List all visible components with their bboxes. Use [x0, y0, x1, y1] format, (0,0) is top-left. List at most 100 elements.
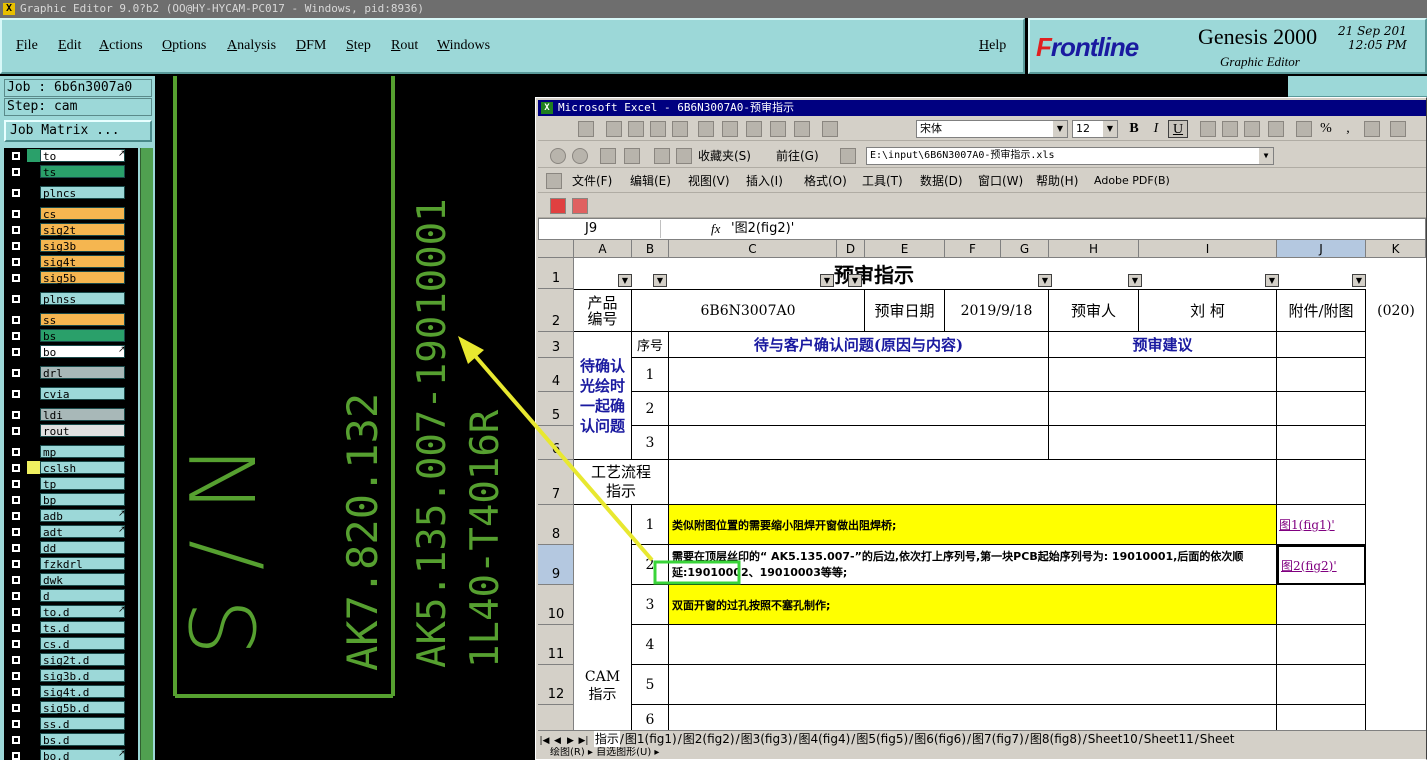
confirm-label[interactable]: 待确认光绘时一起确认问题: [574, 332, 632, 460]
layer-row[interactable]: rout: [6, 423, 127, 438]
cell-j10[interactable]: [1277, 585, 1366, 625]
fig2-link-selected[interactable]: 图2(fig2)': [1277, 545, 1366, 585]
excel-menu-pdf[interactable]: Adobe PDF(B): [1094, 173, 1170, 189]
layer-row[interactable]: tp: [6, 476, 127, 491]
col-header-i[interactable]: I: [1139, 240, 1277, 258]
layer-name[interactable]: ss: [40, 313, 125, 327]
sheet-title[interactable]: 预审指示: [574, 258, 1277, 289]
col-header-b[interactable]: B: [632, 240, 669, 258]
menu-help[interactable]: Help: [979, 38, 1006, 54]
layer-row[interactable]: sig3b: [6, 238, 127, 253]
layer-row[interactable]: ss.d: [6, 716, 127, 731]
layer-name[interactable]: tp: [40, 477, 125, 491]
row-header-3[interactable]: 3: [538, 332, 574, 358]
layer-checkbox[interactable]: [11, 639, 21, 649]
pcb-drawing-canvas[interactable]: S / N AK7.820.132 AK5.135.007-19010001 1…: [155, 76, 535, 760]
cam-instruction-label[interactable]: CAM指示: [574, 505, 632, 730]
web-icon[interactable]: [840, 148, 856, 164]
excel-menu-window[interactable]: 窗口(W): [978, 173, 1023, 189]
layer-name[interactable]: sig3b: [40, 239, 125, 253]
col-header-c[interactable]: C: [669, 240, 837, 258]
row-header-4[interactable]: 4: [538, 358, 574, 392]
layer-row[interactable]: sig4t.d: [6, 684, 127, 699]
layer-name[interactable]: ldi: [40, 408, 125, 422]
cam-seq-3[interactable]: 3: [632, 585, 669, 625]
layer-name[interactable]: mp: [40, 445, 125, 459]
process-flow-label[interactable]: 工艺流程指示: [574, 460, 669, 505]
layer-checkbox[interactable]: [11, 225, 21, 235]
excel-menu-help[interactable]: 帮助(H): [1036, 173, 1078, 189]
chart-icon[interactable]: [606, 121, 622, 137]
comma-button[interactable]: ,: [1338, 120, 1358, 138]
layer-row[interactable]: sig3b.d: [6, 668, 127, 683]
reviewer-value[interactable]: 刘 柯: [1139, 289, 1277, 332]
layer-checkbox[interactable]: [11, 671, 21, 681]
excel-menu-data[interactable]: 数据(D): [920, 173, 963, 189]
layer-row[interactable]: bs.d: [6, 732, 127, 747]
cell-j13[interactable]: [1277, 705, 1366, 730]
layer-checkbox[interactable]: [11, 389, 21, 399]
filter-dropdown-h[interactable]: ▼: [1128, 274, 1142, 287]
circle-icon[interactable]: [650, 121, 666, 137]
layer-name[interactable]: cs.d: [40, 637, 125, 651]
layer-row[interactable]: sig4t: [6, 254, 127, 269]
filter-dropdown-i[interactable]: ▼: [1265, 274, 1279, 287]
layer-checkbox[interactable]: [11, 607, 21, 617]
layer-row[interactable]: adt ↗: [6, 524, 127, 539]
issue-header[interactable]: 待与客户确认问题(原因与内容): [669, 332, 1049, 358]
layer-name[interactable]: plncs: [40, 186, 125, 200]
layer-checkbox[interactable]: [11, 703, 21, 713]
row-header-2[interactable]: 2: [538, 289, 574, 332]
increase-decimal-icon[interactable]: [1364, 121, 1380, 137]
layer-name[interactable]: bo.d: [40, 749, 125, 760]
favorites-menu[interactable]: 收藏夹(S): [698, 148, 751, 164]
layer-name[interactable]: bs: [40, 329, 125, 343]
layer-checkbox[interactable]: [11, 209, 21, 219]
layer-row[interactable]: drl: [6, 365, 127, 380]
advice-header[interactable]: 预审建议: [1049, 332, 1277, 358]
layer-name[interactable]: sig4t.d: [40, 685, 125, 699]
layer-row[interactable]: cvia: [6, 386, 127, 401]
layer-row[interactable]: plnss: [6, 291, 127, 306]
layer-name[interactable]: plnss: [40, 292, 125, 306]
col-header-f[interactable]: F: [945, 240, 1001, 258]
issue-1[interactable]: [669, 358, 1049, 392]
layer-color-swatch[interactable]: [27, 149, 41, 162]
layer-checkbox[interactable]: [11, 294, 21, 304]
drawing-toolbar[interactable]: 绘图(R) ▸ 自选图形(U) ▸: [538, 747, 1426, 759]
layer-row[interactable]: adb ↗: [6, 508, 127, 523]
fig1-link[interactable]: 图1(fig1)': [1277, 505, 1366, 545]
layer-name[interactable]: sig4t: [40, 255, 125, 269]
menu-windows[interactable]: Windows: [437, 38, 490, 54]
seq-2[interactable]: 2: [632, 392, 669, 426]
home-icon[interactable]: [654, 148, 670, 164]
layer-checkbox[interactable]: [11, 559, 21, 569]
advice-1[interactable]: [1049, 358, 1277, 392]
layer-checkbox[interactable]: [11, 511, 21, 521]
layer-row[interactable]: ts.d: [6, 620, 127, 635]
layer-row[interactable]: cs.d: [6, 636, 127, 651]
layer-name[interactable]: ss.d: [40, 717, 125, 731]
layer-checkbox[interactable]: [11, 167, 21, 177]
corner-select-all[interactable]: [538, 240, 574, 258]
layer-name[interactable]: drl: [40, 366, 125, 380]
align-left-icon[interactable]: [1200, 121, 1216, 137]
underline-button[interactable]: U: [1168, 120, 1188, 138]
layer-name[interactable]: sig3b.d: [40, 669, 125, 683]
col-header-k[interactable]: K: [1366, 240, 1426, 258]
layer-name[interactable]: fzkdrl: [40, 557, 125, 571]
back-icon[interactable]: [550, 148, 566, 164]
layer-name[interactable]: sig2t: [40, 223, 125, 237]
row-header-13[interactable]: [538, 705, 574, 730]
layer-checkbox[interactable]: [11, 426, 21, 436]
sheet-tab-fig3[interactable]: 图3(fig3): [740, 731, 794, 747]
menu-rout[interactable]: Rout: [391, 38, 418, 54]
filter-dropdown-j[interactable]: ▼: [1352, 274, 1366, 287]
col-header-h[interactable]: H: [1049, 240, 1139, 258]
menu-step[interactable]: Step: [346, 38, 371, 54]
bold-button[interactable]: B: [1124, 120, 1144, 138]
layer-checkbox[interactable]: [11, 687, 21, 697]
excel-menu-file[interactable]: 文件(F): [572, 173, 612, 189]
align-icon[interactable]: [722, 121, 738, 137]
sheet-tab-fig2[interactable]: 图2(fig2): [682, 731, 736, 747]
